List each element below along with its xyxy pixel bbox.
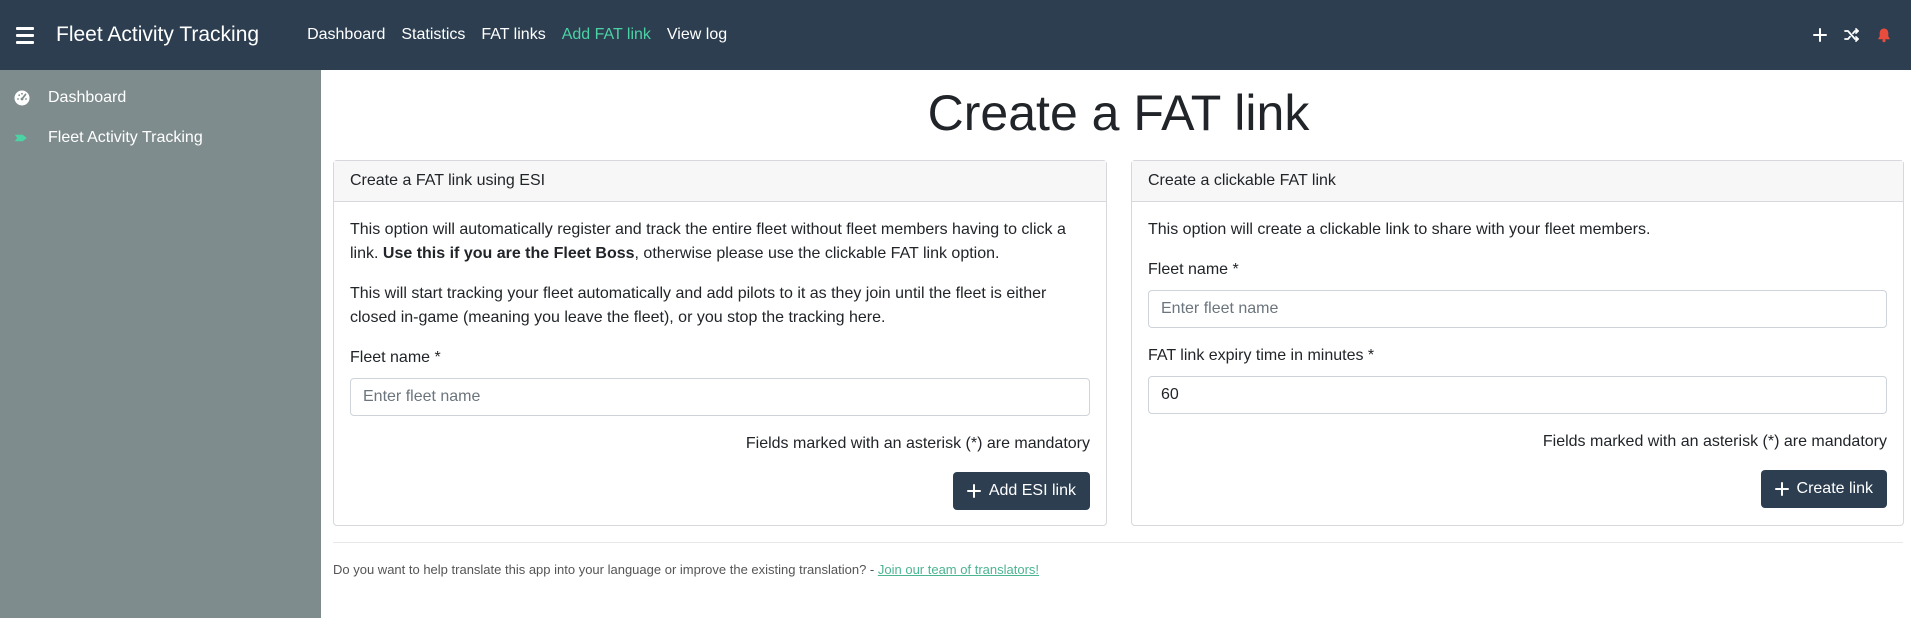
clickable-card-header: Create a clickable FAT link xyxy=(1132,161,1903,202)
esi-card-header: Create a FAT link using ESI xyxy=(334,161,1106,202)
sidebar-item-dashboard[interactable]: Dashboard xyxy=(0,78,321,118)
flag-icon xyxy=(14,130,30,146)
nav-fat-links[interactable]: FAT links xyxy=(473,26,553,44)
shuffle-icon[interactable] xyxy=(1843,26,1861,44)
clickable-link-card: Create a clickable FAT link This option … xyxy=(1131,160,1904,526)
clickable-button-row: Create link xyxy=(1148,470,1887,508)
clickable-card-body: This option will create a clickable link… xyxy=(1132,202,1903,524)
esi-fleet-name-input[interactable] xyxy=(350,378,1090,416)
fleet-name-label: Fleet name * xyxy=(1148,261,1239,278)
create-link-button[interactable]: Create link xyxy=(1760,470,1887,508)
translators-link[interactable]: Join our team of translators! xyxy=(878,562,1039,577)
nav-dashboard[interactable]: Dashboard xyxy=(299,26,393,44)
esi-button-row: Add ESI link xyxy=(350,472,1090,510)
sidebar-item-label: Fleet Activity Tracking xyxy=(48,129,203,146)
add-esi-link-button[interactable]: Add ESI link xyxy=(952,472,1090,510)
esi-link-card: Create a FAT link using ESI This option … xyxy=(333,160,1107,526)
plus-icon xyxy=(1774,482,1789,496)
mandatory-note: Fields marked with an asterisk (*) are m… xyxy=(745,435,1090,452)
top-right-actions xyxy=(1811,0,1893,70)
expiry-label: FAT link expiry time in minutes * xyxy=(1148,347,1375,364)
mandatory-note: Fields marked with an asterisk (*) are m… xyxy=(1542,433,1887,450)
esi-description-2: This will start tracking your fleet auto… xyxy=(350,285,1047,326)
hamburger-menu-icon[interactable] xyxy=(16,26,34,44)
plus-icon xyxy=(966,484,981,498)
dashboard-gauge-icon xyxy=(14,90,30,106)
main-content: Create a FAT link Create a FAT link usin… xyxy=(321,70,1911,618)
plus-icon[interactable] xyxy=(1811,26,1829,44)
bell-icon[interactable] xyxy=(1875,26,1893,44)
esi-description: This option will automatically register … xyxy=(350,221,1066,262)
nav-statistics[interactable]: Statistics xyxy=(393,26,473,44)
top-navbar: Fleet Activity Tracking Dashboard Statis… xyxy=(0,0,1911,70)
brand-title[interactable]: Fleet Activity Tracking xyxy=(56,23,259,47)
footer-divider xyxy=(333,542,1903,543)
esi-card-body: This option will automatically register … xyxy=(334,202,1106,526)
nav-view-log[interactable]: View log xyxy=(659,26,735,44)
page-title: Create a FAT link xyxy=(927,85,1310,141)
sidebar-item-label: Dashboard xyxy=(48,89,127,106)
expiry-minutes-input[interactable] xyxy=(1148,376,1887,414)
sidebar: Dashboard Fleet Activity Tracking xyxy=(0,70,321,618)
clickable-description: This option will create a clickable link… xyxy=(1148,221,1651,238)
top-nav: Dashboard Statistics FAT links Add FAT l… xyxy=(299,26,735,44)
fleet-name-label: Fleet name * xyxy=(350,349,441,366)
nav-add-fat-link[interactable]: Add FAT link xyxy=(554,26,659,44)
clickable-fleet-name-input[interactable] xyxy=(1148,290,1887,328)
sidebar-item-fleet-activity-tracking[interactable]: Fleet Activity Tracking xyxy=(0,118,321,158)
footer: Do you want to help translate this app i… xyxy=(333,562,1040,577)
